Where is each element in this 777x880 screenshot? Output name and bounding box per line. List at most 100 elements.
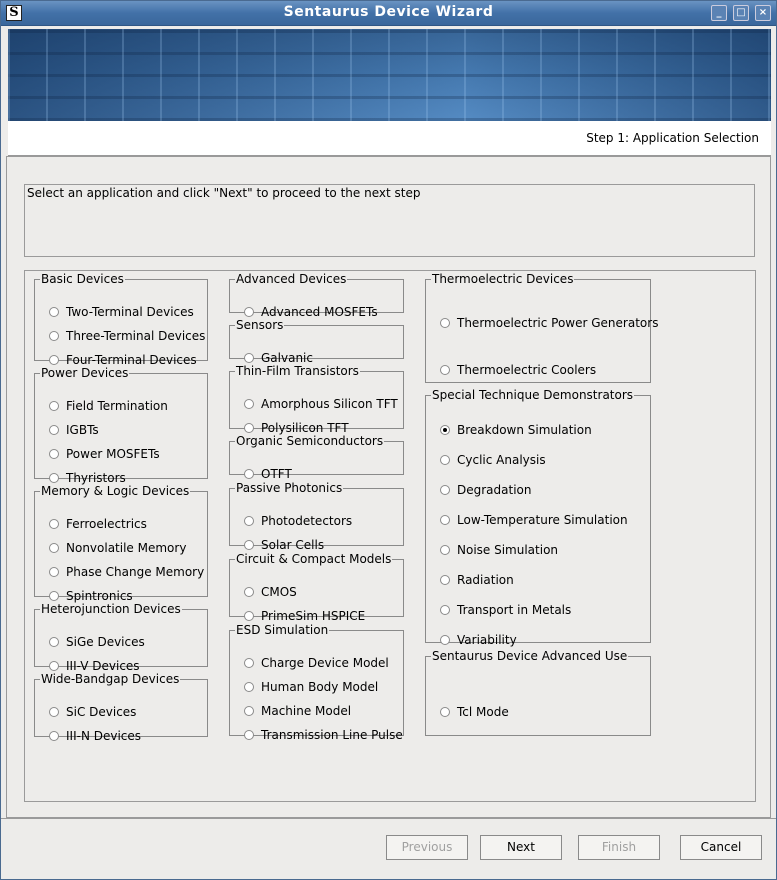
- group-legend: Thermoelectric Devices: [432, 272, 574, 286]
- radio-label: Field Termination: [66, 399, 168, 413]
- radio-option[interactable]: Photodetectors: [244, 512, 352, 530]
- radio-button-icon[interactable]: [244, 587, 254, 597]
- radio-option[interactable]: Cyclic Analysis: [440, 451, 546, 469]
- radio-option[interactable]: Charge Device Model: [244, 654, 389, 672]
- step-label: Step 1: Application Selection: [586, 131, 759, 145]
- group-power-devices: Power Devices Field Termination IGBTs Power…: [34, 367, 208, 485]
- radio-option[interactable]: Noise Simulation: [440, 541, 558, 559]
- group-organic-semiconductors: Organic Semiconductors OTFT: [229, 435, 404, 481]
- radio-button-icon[interactable]: [440, 425, 450, 435]
- radio-button-icon[interactable]: [49, 543, 59, 553]
- radio-option[interactable]: Amorphous Silicon TFT: [244, 395, 398, 413]
- radio-label: Charge Device Model: [261, 656, 389, 670]
- radio-label: Noise Simulation: [457, 543, 559, 557]
- radio-option[interactable]: Breakdown Simulation: [440, 421, 592, 439]
- radio-button-icon[interactable]: [440, 545, 450, 555]
- radio-button-icon[interactable]: [440, 635, 450, 645]
- radio-button-icon[interactable]: [49, 731, 59, 741]
- radio-option[interactable]: Machine Model: [244, 702, 351, 720]
- radio-label: SiC Devices: [66, 705, 137, 719]
- radio-option[interactable]: IGBTs: [49, 421, 99, 439]
- radio-option[interactable]: Phase Change Memory: [49, 563, 204, 581]
- radio-button-icon[interactable]: [49, 425, 59, 435]
- radio-option[interactable]: Radiation: [440, 571, 514, 589]
- radio-button-icon[interactable]: [244, 469, 254, 479]
- radio-option[interactable]: Ferroelectrics: [49, 515, 147, 533]
- radio-button-icon[interactable]: [440, 515, 450, 525]
- radio-button-icon[interactable]: [244, 658, 254, 668]
- radio-option[interactable]: Thermoelectric Power Generators: [440, 314, 658, 332]
- radio-option[interactable]: Thermoelectric Coolers: [440, 361, 596, 379]
- radio-label: Radiation: [457, 573, 514, 587]
- close-icon[interactable]: ×: [755, 5, 771, 21]
- radio-button-icon[interactable]: [244, 611, 254, 621]
- radio-label: Ferroelectrics: [66, 517, 147, 531]
- radio-button-icon[interactable]: [440, 455, 450, 465]
- radio-button-icon[interactable]: [244, 423, 254, 433]
- radio-button-icon[interactable]: [49, 519, 59, 529]
- minimize-icon[interactable]: _: [711, 5, 727, 21]
- radio-button-icon[interactable]: [244, 307, 254, 317]
- radio-button-icon[interactable]: [49, 591, 59, 601]
- radio-option[interactable]: Two-Terminal Devices: [49, 303, 194, 321]
- radio-button-icon[interactable]: [440, 485, 450, 495]
- radio-button-icon[interactable]: [244, 706, 254, 716]
- radio-button-icon[interactable]: [49, 449, 59, 459]
- button-separator: [1, 818, 776, 819]
- radio-label: Machine Model: [261, 704, 352, 718]
- radio-option[interactable]: Low-Temperature Simulation: [440, 511, 628, 529]
- maximize-icon[interactable]: □: [733, 5, 749, 21]
- radio-option[interactable]: SiGe Devices: [49, 633, 145, 651]
- radio-option[interactable]: Tcl Mode: [440, 703, 509, 721]
- radio-label: Advanced MOSFETs: [261, 305, 378, 319]
- radio-option[interactable]: Human Body Model: [244, 678, 378, 696]
- radio-option[interactable]: Field Termination: [49, 397, 168, 415]
- radio-label: Thermoelectric Power Generators: [457, 316, 659, 330]
- previous-button[interactable]: Previous: [386, 835, 468, 860]
- radio-button-icon[interactable]: [49, 661, 59, 671]
- radio-button-icon[interactable]: [49, 331, 59, 341]
- radio-label: Breakdown Simulation: [457, 423, 592, 437]
- title-bar[interactable]: S Sentaurus Device Wizard _ □ ×: [1, 1, 776, 26]
- radio-option[interactable]: CMOS: [244, 583, 297, 601]
- next-button[interactable]: Next: [480, 835, 562, 860]
- radio-option[interactable]: Degradation: [440, 481, 531, 499]
- radio-button-icon[interactable]: [244, 540, 254, 550]
- finish-button[interactable]: Finish: [578, 835, 660, 860]
- radio-label: IGBTs: [66, 423, 99, 437]
- radio-button-icon[interactable]: [244, 353, 254, 363]
- radio-label: Amorphous Silicon TFT: [261, 397, 398, 411]
- radio-option[interactable]: Power MOSFETs: [49, 445, 160, 463]
- group-legend: Sentaurus Device Advanced Use: [432, 649, 628, 663]
- radio-button-icon[interactable]: [49, 401, 59, 411]
- group-heterojunction-devices: Heterojunction Devices SiGe Devices III-V …: [34, 603, 208, 673]
- radio-label: Thermoelectric Coolers: [457, 363, 597, 377]
- radio-option[interactable]: Transmission Line Pulse: [244, 726, 403, 744]
- radio-label: Degradation: [457, 483, 532, 497]
- cancel-button[interactable]: Cancel: [680, 835, 762, 860]
- radio-button-icon[interactable]: [49, 567, 59, 577]
- radio-option[interactable]: Nonvolatile Memory: [49, 539, 186, 557]
- radio-option[interactable]: Three-Terminal Devices: [49, 327, 205, 345]
- group-memory-logic-devices: Memory & Logic Devices Ferroelectrics Nonv…: [34, 485, 208, 603]
- radio-button-icon[interactable]: [440, 605, 450, 615]
- radio-label: Low-Temperature Simulation: [457, 513, 628, 527]
- radio-option[interactable]: Transport in Metals: [440, 601, 571, 619]
- radio-button-icon[interactable]: [244, 730, 254, 740]
- radio-button-icon[interactable]: [440, 318, 450, 328]
- radio-button-icon[interactable]: [440, 575, 450, 585]
- radio-button-icon[interactable]: [49, 473, 59, 483]
- radio-button-icon[interactable]: [244, 682, 254, 692]
- radio-option[interactable]: III-N Devices: [49, 727, 141, 745]
- radio-option[interactable]: Variability: [440, 631, 517, 649]
- radio-button-icon[interactable]: [440, 707, 450, 717]
- radio-option[interactable]: SiC Devices: [49, 703, 136, 721]
- radio-button-icon[interactable]: [49, 355, 59, 365]
- radio-button-icon[interactable]: [244, 516, 254, 526]
- radio-button-icon[interactable]: [244, 399, 254, 409]
- radio-button-icon[interactable]: [49, 637, 59, 647]
- radio-button-icon[interactable]: [440, 365, 450, 375]
- radio-label: SiGe Devices: [66, 635, 145, 649]
- radio-button-icon[interactable]: [49, 707, 59, 717]
- radio-button-icon[interactable]: [49, 307, 59, 317]
